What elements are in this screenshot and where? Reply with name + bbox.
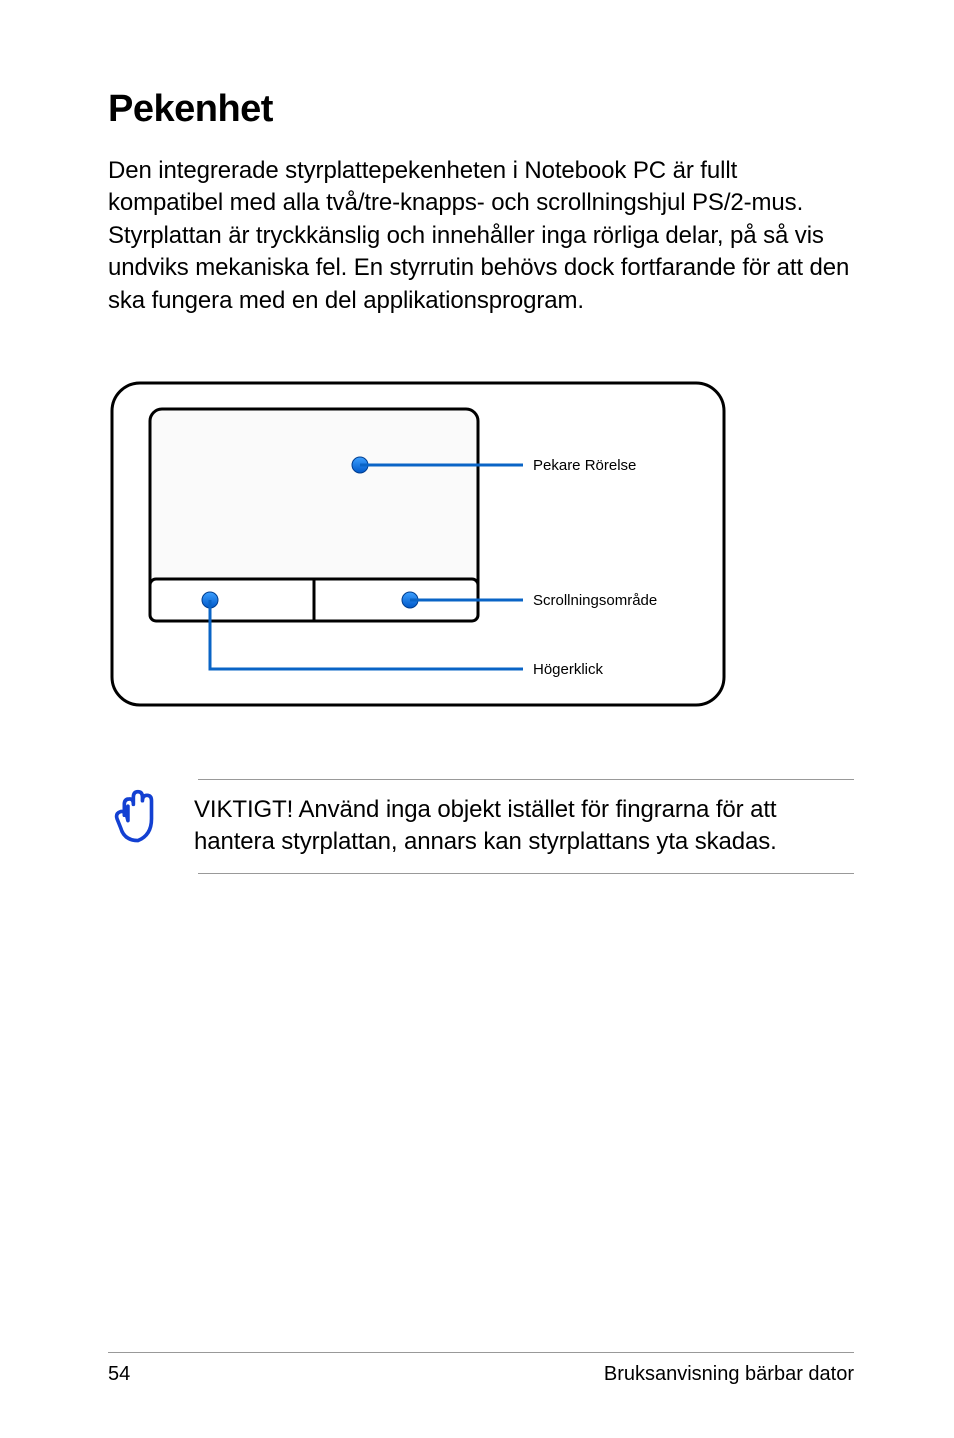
important-note: VIKTIGT! Använd inga objekt istället för… xyxy=(194,794,854,859)
footer-title: Bruksanvisning bärbar dator xyxy=(604,1363,854,1386)
label-scroll-area: Scrollningsområde xyxy=(533,592,657,609)
hand-stop-icon xyxy=(108,788,166,846)
label-pointer-movement: Pekare Rörelse xyxy=(533,457,636,474)
page-number: 54 xyxy=(108,1363,130,1386)
page-heading: Pekenhet xyxy=(108,88,854,131)
touchpad-diagram: Pekare Rörelse Scrollningsområde Högerkl… xyxy=(108,379,854,709)
intro-paragraph: Den integrerade styrplattepekenheten i N… xyxy=(108,155,854,317)
label-right-click: Högerklick xyxy=(533,661,604,678)
